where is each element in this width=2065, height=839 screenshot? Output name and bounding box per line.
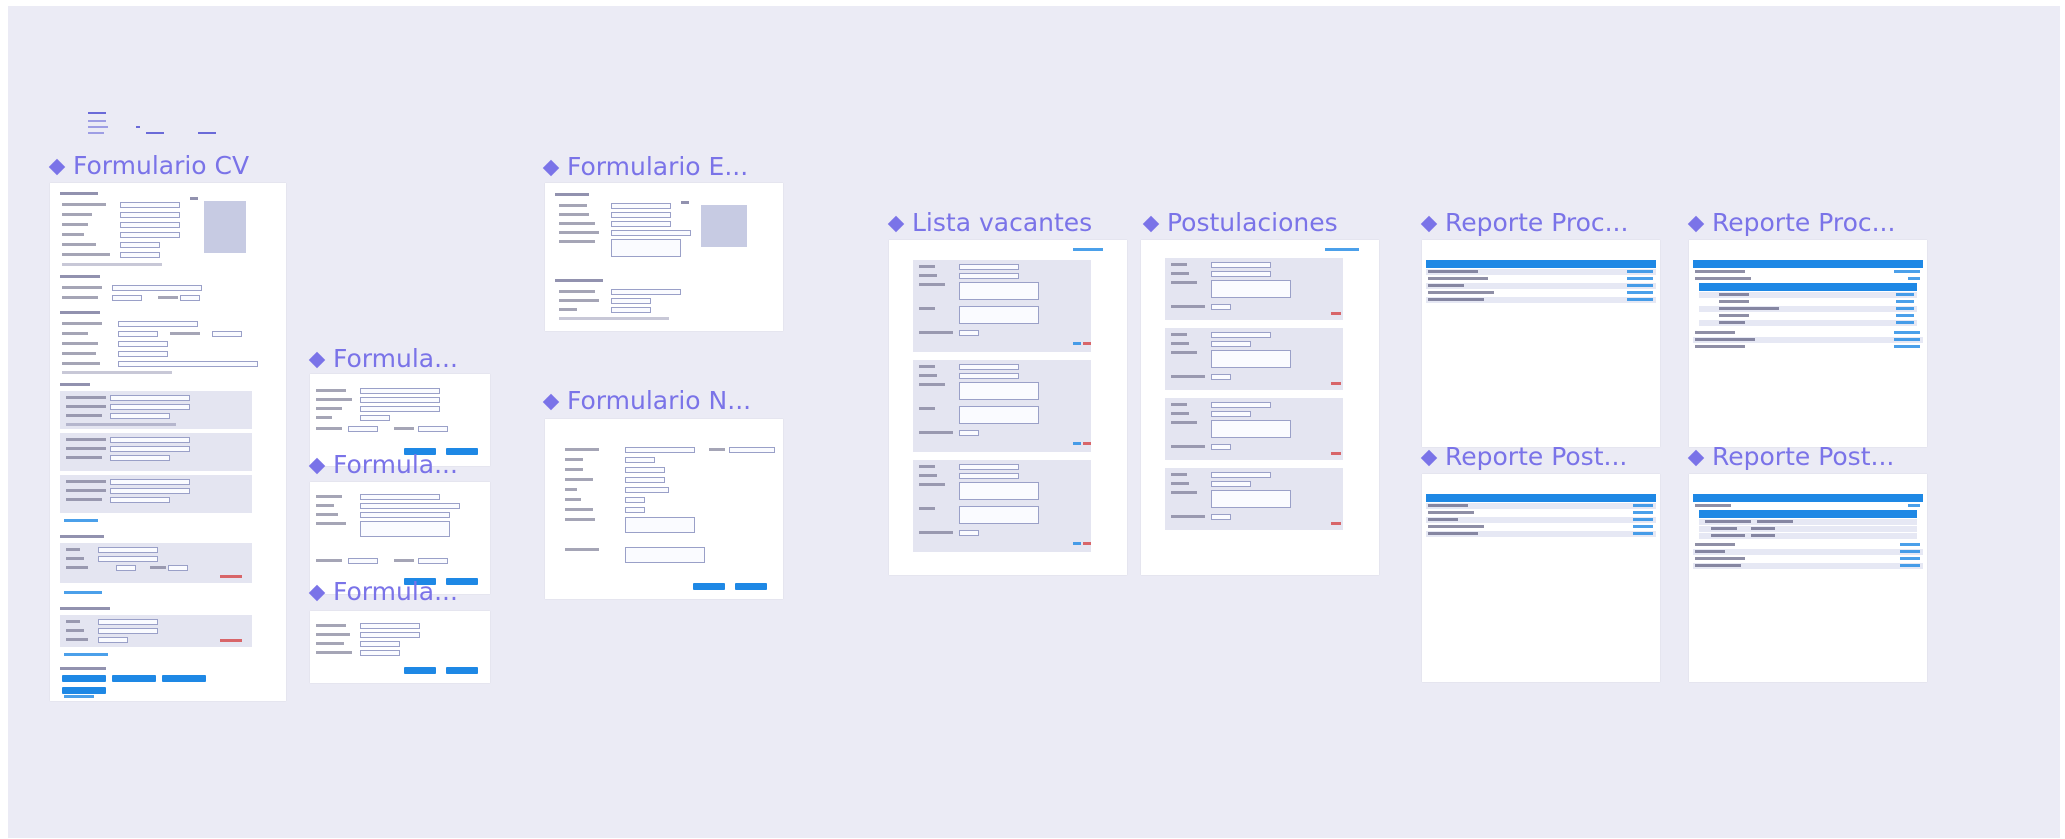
frame-reporte-proc-1[interactable]: [1422, 240, 1660, 447]
frame-title-text: Reporte Post...: [1445, 442, 1628, 471]
frame-title-text: Formula...: [333, 577, 458, 606]
frame-title-formulario-cv[interactable]: Formulario CV: [48, 151, 250, 180]
frame-formulario-cv[interactable]: [50, 183, 286, 701]
frame-title-formulario-1[interactable]: Formula...: [308, 344, 458, 373]
design-canvas[interactable]: Formulario CV Formula... Formula... Form…: [8, 6, 2060, 838]
frame-title-text: Postulaciones: [1167, 208, 1338, 237]
frame-reporte-post-1[interactable]: [1422, 474, 1660, 682]
frame-title-text: Formulario E...: [567, 152, 749, 181]
frame-title-text: Reporte Post...: [1712, 442, 1895, 471]
component-diamond-icon: [1687, 215, 1705, 233]
cancel-button[interactable]: [404, 667, 436, 674]
frame-title-reporte-post-2[interactable]: Reporte Post...: [1687, 442, 1895, 471]
frame-title-text: Formula...: [333, 450, 458, 479]
frame-lista-vacantes[interactable]: [889, 240, 1127, 575]
frame-title-reporte-proc-2[interactable]: Reporte Proc...: [1687, 208, 1896, 237]
component-diamond-icon: [308, 584, 326, 602]
frame-title-reporte-proc-1[interactable]: Reporte Proc...: [1420, 208, 1629, 237]
component-diamond-icon: [542, 159, 560, 177]
save-button[interactable]: [446, 667, 478, 674]
component-diamond-icon: [1420, 449, 1438, 467]
option-button[interactable]: [62, 687, 106, 694]
option-button[interactable]: [62, 675, 106, 682]
frame-title-lista-vacantes[interactable]: Lista vacantes: [887, 208, 1093, 237]
frame-title-formulario-n[interactable]: Formulario N...: [542, 386, 752, 415]
frame-reporte-post-2[interactable]: [1689, 474, 1927, 682]
frame-formulario-e[interactable]: [545, 183, 783, 331]
frame-formulario-3[interactable]: [310, 611, 490, 683]
frame-title-text: Reporte Proc...: [1712, 208, 1896, 237]
frame-postulaciones[interactable]: [1141, 240, 1379, 575]
frame-formulario-n[interactable]: [545, 419, 783, 599]
floating-components[interactable]: [86, 112, 216, 148]
frame-title-reporte-post-1[interactable]: Reporte Post...: [1420, 442, 1628, 471]
frame-title-text: Formulario CV: [73, 151, 250, 180]
component-diamond-icon: [1687, 449, 1705, 467]
frame-reporte-proc-2[interactable]: [1689, 240, 1927, 447]
save-button[interactable]: [735, 583, 767, 590]
component-diamond-icon: [1420, 215, 1438, 233]
component-diamond-icon: [48, 158, 66, 176]
component-diamond-icon: [308, 351, 326, 369]
photo-placeholder: [204, 201, 246, 253]
frame-title-text: Formulario N...: [567, 386, 752, 415]
frame-title-formulario-3[interactable]: Formula...: [308, 577, 458, 606]
frame-title-postulaciones[interactable]: Postulaciones: [1142, 208, 1338, 237]
logo-placeholder: [701, 205, 747, 247]
option-button[interactable]: [162, 675, 206, 682]
frame-title-text: Lista vacantes: [912, 208, 1093, 237]
frame-title-text: Reporte Proc...: [1445, 208, 1629, 237]
component-diamond-icon: [542, 393, 560, 411]
option-button[interactable]: [112, 675, 156, 682]
component-diamond-icon: [887, 215, 905, 233]
frame-title-formulario-e[interactable]: Formulario E...: [542, 152, 749, 181]
frame-title-text: Formula...: [333, 344, 458, 373]
component-diamond-icon: [308, 457, 326, 475]
component-diamond-icon: [1142, 215, 1160, 233]
frame-title-formulario-2[interactable]: Formula...: [308, 450, 458, 479]
cancel-button[interactable]: [693, 583, 725, 590]
